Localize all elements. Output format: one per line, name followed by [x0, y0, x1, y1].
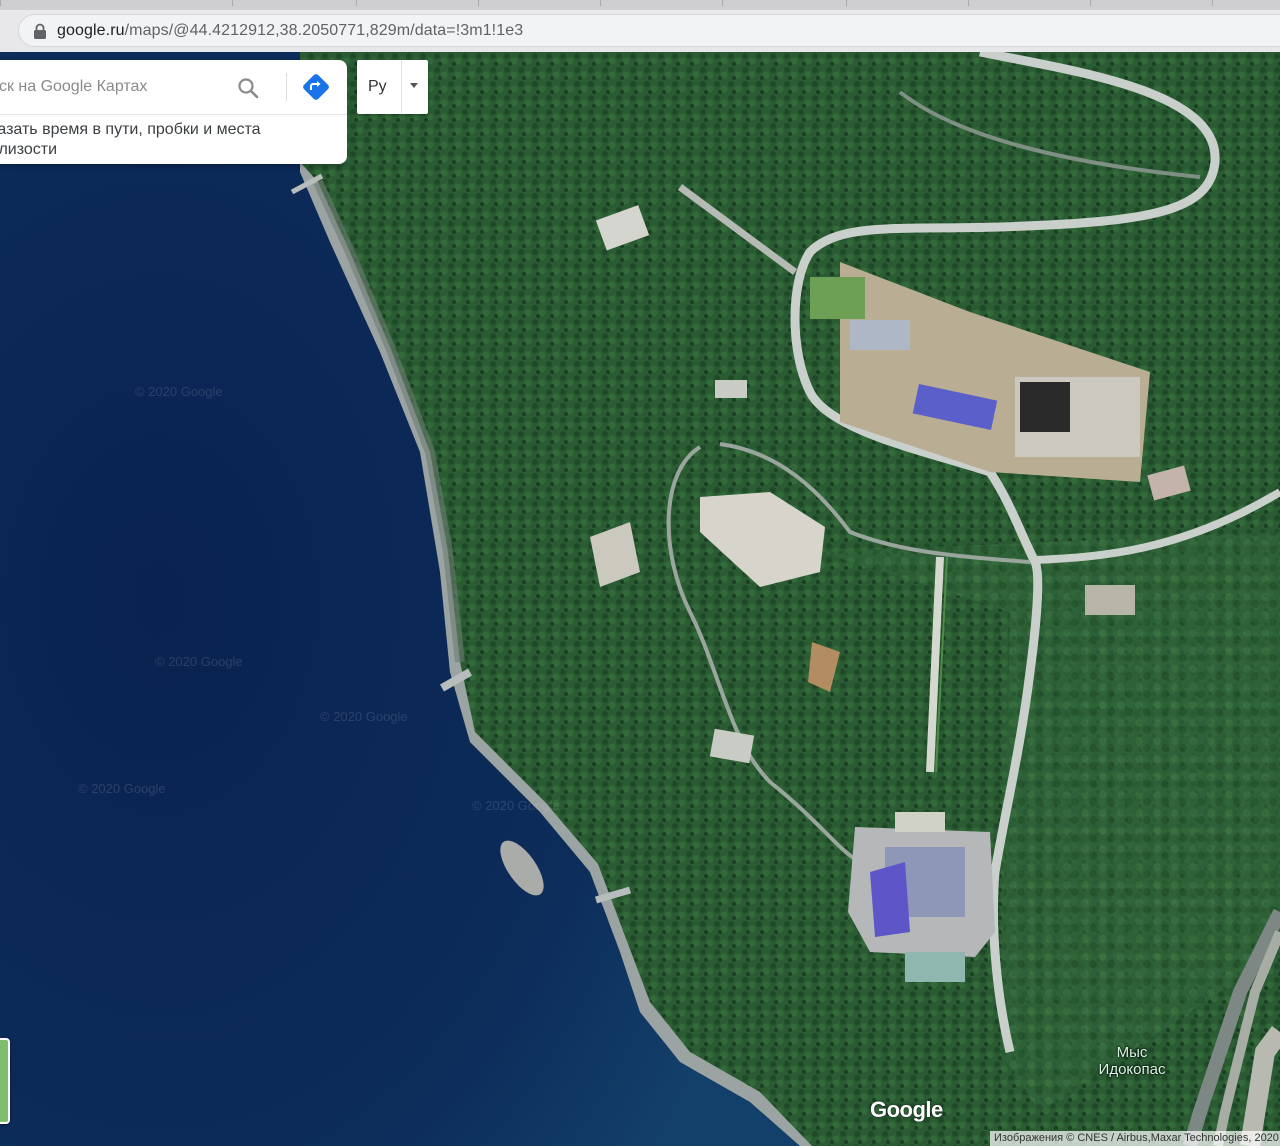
- search-hint-line2: близости: [0, 141, 58, 158]
- tab-separator: [0, 0, 1, 6]
- building: [1085, 585, 1135, 615]
- satellite-map[interactable]: © 2020 Google © 2020 Google © 2020 Googl…: [0, 52, 1280, 1146]
- lock-icon: [34, 23, 46, 39]
- imagery-attribution[interactable]: Изображения © CNES / Airbus,Maxar Techno…: [990, 1131, 1280, 1146]
- search-row: [0, 60, 347, 115]
- map-watermark: © 2020 Google: [78, 781, 166, 796]
- url-field[interactable]: google.ru/maps/@44.4212912,38.2050771,82…: [18, 14, 1280, 47]
- map-watermark: © 2020 Google: [472, 798, 560, 813]
- tab-separator: [1212, 0, 1213, 6]
- input-tools-divider: [401, 60, 402, 114]
- map-watermark: © 2020 Google: [320, 709, 408, 724]
- input-tools-button[interactable]: Ру: [357, 60, 428, 114]
- url-path: /maps/@44.4212912,38.2050771,829m/data=!…: [124, 22, 524, 39]
- place-label-line2: Идокопас: [1098, 1061, 1166, 1078]
- tab-separator: [722, 0, 723, 6]
- search-hint[interactable]: казать время в пути, пробки и места близ…: [0, 120, 310, 160]
- search-panel: казать время в пути, пробки и места близ…: [0, 60, 347, 164]
- satellite-imagery: [0, 52, 1280, 1146]
- building: [715, 380, 747, 398]
- google-logo: Google: [870, 1097, 943, 1122]
- tab-separator: [846, 0, 847, 6]
- place-label-cape[interactable]: Мыс Идокопас: [1094, 1044, 1170, 1078]
- search-input[interactable]: [0, 75, 220, 99]
- palace-garden: [905, 952, 965, 982]
- tab-separator: [478, 0, 479, 6]
- address-bar: google.ru/maps/@44.4212912,38.2050771,82…: [0, 10, 1280, 53]
- search-divider: [286, 73, 287, 101]
- tab-separator: [232, 0, 233, 6]
- map-watermark: © 2020 Google: [155, 654, 243, 669]
- tab-separator: [356, 0, 357, 6]
- place-label-line1: Мыс: [1116, 1044, 1148, 1061]
- palace-roof: [870, 862, 910, 937]
- url-host: google.ru: [57, 22, 125, 39]
- layer-switcher[interactable]: [0, 1038, 10, 1124]
- url-text: google.ru/maps/@44.4212912,38.2050771,82…: [57, 22, 523, 40]
- chevron-down-icon[interactable]: [410, 83, 418, 88]
- palace-terrace: [895, 812, 945, 832]
- foundation-pit: [1020, 382, 1070, 432]
- tab-separator: [1090, 0, 1091, 6]
- tab-separator: [968, 0, 969, 6]
- lawn: [810, 277, 865, 319]
- map-watermark: © 2020 Google: [135, 384, 223, 399]
- tab-separator: [600, 0, 601, 6]
- input-tools-label: Ру: [368, 78, 387, 95]
- search-icon[interactable]: [236, 76, 260, 100]
- search-hint-line1: казать время в пути, пробки и места: [0, 121, 261, 138]
- directions-icon[interactable]: [302, 73, 330, 101]
- site-buildings: [850, 320, 910, 350]
